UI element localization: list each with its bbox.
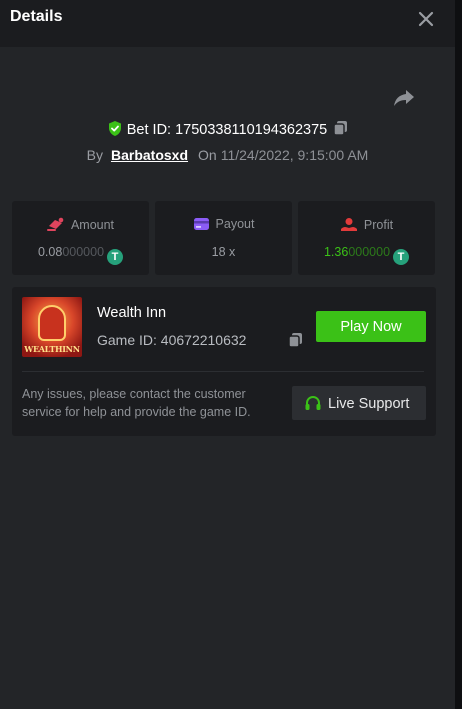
payout-icon	[193, 218, 209, 230]
stat-profit: Profit 1.36000000 T	[298, 201, 435, 275]
play-now-button[interactable]: Play Now	[316, 311, 426, 342]
details-header: Details	[0, 0, 455, 47]
game-card: WEALTHINN Wealth Inn Game ID: 4067221063…	[12, 287, 436, 436]
stat-payout-label: Payout	[155, 217, 292, 231]
game-id: Game ID: 40672210632	[97, 332, 247, 348]
profit-icon	[340, 218, 357, 231]
stat-amount-value: 0.08000000 T	[12, 245, 149, 265]
stat-payout: Payout 18 x	[155, 201, 292, 275]
usdt-coin-icon: T	[107, 249, 124, 265]
panel-title: Details	[10, 8, 63, 25]
by-label: By	[86, 147, 103, 163]
bet-id-line: Bet ID: 1750338110194362375	[0, 120, 455, 138]
stat-amount-label: Amount	[12, 217, 149, 232]
stat-payout-value: 18 x	[211, 245, 236, 259]
details-panel: Details Bet ID: 1750338110194362375 By Ba…	[0, 0, 455, 709]
amount-icon	[46, 217, 64, 231]
bet-byline: By Barbatosxd On 11/24/2022, 9:15:00 AM	[0, 147, 455, 163]
bet-datetime: 11/24/2022, 9:15:00 AM	[220, 147, 369, 163]
game-thumbnail[interactable]: WEALTHINN	[22, 297, 82, 357]
usdt-coin-icon: T	[393, 249, 410, 265]
bet-id-text: Bet ID: 1750338110194362375	[126, 122, 328, 138]
support-note: Any issues, please contact the customer …	[22, 387, 251, 419]
shield-check-icon	[108, 121, 121, 136]
copy-icon[interactable]	[333, 120, 348, 136]
divider	[22, 371, 424, 372]
stat-amount: Amount 0.08000000 T	[12, 201, 149, 275]
stat-profit-label: Profit	[298, 217, 435, 232]
stat-profit-value: 1.36000000 T	[298, 245, 435, 265]
on-label: On	[198, 147, 217, 163]
share-icon[interactable]	[392, 87, 416, 109]
headset-icon	[305, 395, 321, 410]
live-support-button[interactable]: Live Support	[292, 386, 426, 420]
copy-icon[interactable]	[288, 332, 303, 348]
close-icon[interactable]	[415, 8, 437, 30]
username-link[interactable]: Barbatosxd	[111, 147, 188, 163]
scrollbar-track	[455, 0, 462, 709]
game-name[interactable]: Wealth Inn	[97, 305, 166, 321]
